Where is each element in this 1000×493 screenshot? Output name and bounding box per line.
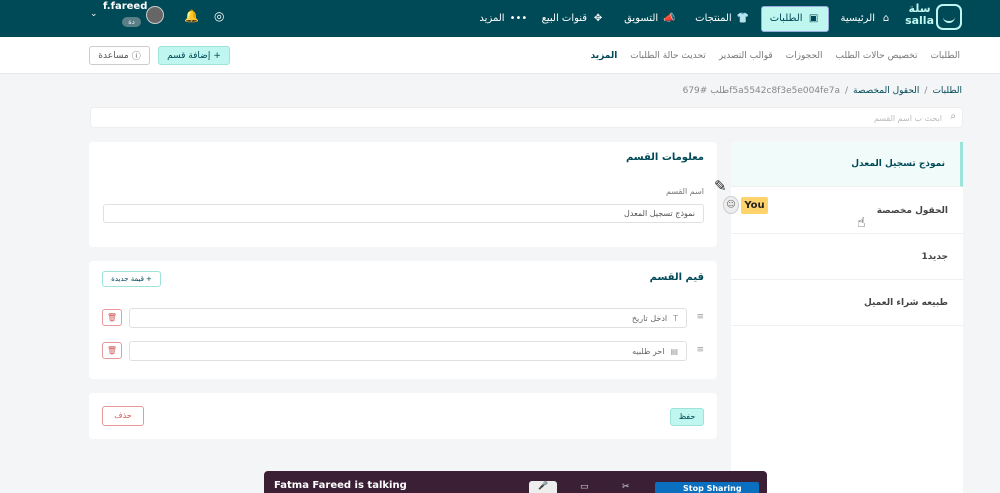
presenter-avatar: ☺ — [723, 196, 739, 214]
nav-item-label: قنوات البيع — [541, 13, 588, 24]
section-list-panel: نموذج تسجيل المعدل الحقول مخصصة جديد1 طب… — [731, 142, 963, 493]
hand-cursor-icon: ☝ — [857, 215, 866, 231]
drag-handle-icon[interactable]: ≡ — [696, 345, 704, 355]
plus-icon: + — [213, 50, 221, 61]
nav-item-label: المزيد — [479, 13, 505, 24]
breadcrumb-current: طلب #679f5a5542c8f3e5e004fe7a — [682, 86, 840, 96]
section-list-item[interactable]: نموذج تسجيل المعدل — [731, 142, 963, 187]
megaphone-icon: 📣 — [663, 12, 676, 24]
pencil-icon: ✎ — [714, 177, 727, 195]
salla-logo-text: سلة salla — [905, 2, 934, 27]
microphone-icon[interactable]: 🎤 — [529, 481, 557, 493]
bell-icon[interactable]: 🔔 — [184, 9, 199, 23]
trash-icon[interactable]: 🗑 — [102, 342, 122, 359]
nav-item-label: التسويق — [624, 13, 659, 24]
whatsapp-icon[interactable]: ◎ — [214, 9, 224, 23]
sub-nav-link[interactable]: الطلبات — [930, 51, 960, 61]
breadcrumb-orders[interactable]: الطلبات — [932, 86, 962, 96]
nav-item[interactable]: ✥ قنوات البيع — [534, 6, 613, 32]
main-nav: ⌂ الرئيسية ▣ الطلبات 👕 المنتجات 📣 التسويق ✥ قنوات… — [471, 0, 900, 37]
top-navigation-bar: سلة salla ⌂ الرئيسية ▣ الطلبات 👕 المنتجات 📣 الت… — [0, 0, 1000, 37]
breadcrumb-separator: / — [924, 86, 928, 96]
box-icon: ▣ — [808, 12, 819, 24]
new-value-button[interactable]: + قيمة جديدة — [102, 271, 161, 287]
home-icon: ⌂ — [882, 12, 890, 24]
delete-button[interactable]: حذف — [102, 406, 144, 426]
section-info-title: معلومات القسم — [625, 152, 704, 163]
text-type-icon: T — [673, 313, 678, 323]
nav-item[interactable]: ••• المزيد — [471, 6, 529, 32]
screen-share-bar: Fatma Fareed is talking 🎤 ▭ ✂ Stop Shari… — [264, 471, 767, 493]
value-input[interactable]: احر طلبيه ▤ — [129, 341, 687, 361]
section-list-item[interactable]: طبيعه شراء العميل — [731, 281, 963, 326]
salla-logo-icon[interactable] — [936, 4, 962, 30]
section-values-title: قيم القسم — [649, 272, 704, 283]
nav-item-label: الطلبات — [769, 13, 803, 24]
section-list-item[interactable]: جديد1 — [731, 235, 963, 280]
more-icon: ••• — [509, 12, 528, 24]
channels-icon: ✥ — [593, 12, 603, 24]
breadcrumb-separator: / — [845, 86, 849, 96]
talking-indicator: Fatma Fareed is talking — [274, 480, 407, 491]
search-box: ⌕ — [90, 107, 963, 128]
save-button[interactable]: حفظ — [670, 408, 704, 426]
sub-nav-links: الطلبات تخصيص حالات الطلب الحجوزات قوالب ال… — [591, 37, 960, 74]
shirt-icon: 👕 — [736, 12, 750, 24]
sub-nav-link[interactable]: تحديث حالة الطلبات — [630, 51, 706, 61]
trash-icon[interactable]: 🗑 — [102, 309, 122, 326]
help-button[interactable]: ⓘ مساعدة — [89, 46, 150, 65]
sub-nav-link[interactable]: المزيد — [591, 51, 618, 61]
nav-item-label: الرئيسية — [840, 13, 875, 24]
nav-item[interactable]: ▣ الطلبات — [760, 5, 829, 32]
drag-handle-icon[interactable]: ≡ — [696, 312, 704, 322]
calendar-icon: ▤ — [670, 346, 678, 356]
annotate-icon[interactable]: ✂ — [622, 482, 630, 492]
add-section-button[interactable]: + إضافة قسم — [158, 46, 230, 65]
sub-nav-link[interactable]: الحجوزات — [786, 51, 823, 61]
section-name-input[interactable]: نموذج تسجيل المعدل — [103, 204, 704, 223]
nav-item-label: المنتجات — [695, 13, 732, 24]
section-name-label: اسم القسم — [666, 187, 704, 196]
value-row: 🗑 احر طلبيه ▤ ≡ — [102, 341, 704, 361]
value-row: 🗑 ادخل تاريخ T ≡ — [102, 308, 704, 328]
section-info-card: معلومات القسم اسم القسم نموذج تسجيل المع… — [89, 142, 717, 247]
sub-nav-link[interactable]: تخصيص حالات الطلب — [836, 51, 918, 61]
user-avatar[interactable] — [146, 6, 164, 24]
actions-card: حفظ حذف — [89, 393, 717, 439]
sub-nav-link[interactable]: قوالب التصدير — [719, 51, 773, 61]
user-name[interactable]: f.fareed — [103, 1, 147, 12]
plus-icon: + — [145, 275, 152, 283]
info-icon: ⓘ — [131, 52, 141, 62]
search-icon: ⌕ — [950, 111, 956, 122]
user-badge: دة — [122, 17, 141, 27]
stop-sharing-button[interactable]: Stop Sharing — [655, 482, 759, 493]
value-input[interactable]: ادخل تاريخ T — [129, 308, 687, 328]
section-values-card: قيم القسم + قيمة جديدة 🗑 ادخل تاريخ T ≡ … — [89, 261, 717, 379]
you-badge: You — [741, 197, 768, 214]
camera-off-icon[interactable]: ▭ — [580, 482, 589, 492]
breadcrumb: الطلبات / الحقول المخصصة / طلب #679f5a55… — [683, 86, 962, 96]
sub-navigation: الطلبات تخصيص حالات الطلب الحجوزات قوالب ال… — [0, 37, 1000, 74]
nav-item[interactable]: 📣 التسويق — [616, 6, 683, 32]
nav-item[interactable]: 👕 المنتجات — [687, 6, 757, 32]
chevron-down-icon[interactable]: ⌄ — [90, 9, 98, 19]
nav-item[interactable]: ⌂ الرئيسية — [833, 6, 900, 32]
search-input[interactable] — [142, 111, 942, 125]
breadcrumb-custom-fields[interactable]: الحقول المخصصة — [853, 86, 919, 96]
